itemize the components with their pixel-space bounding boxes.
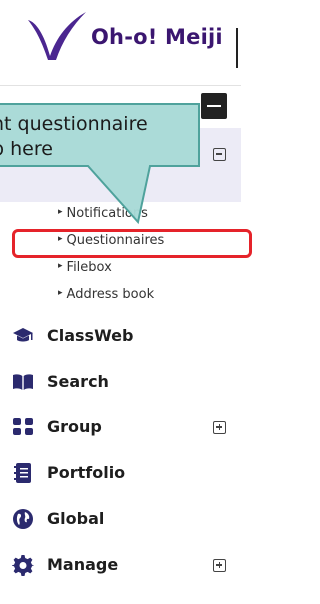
brand-name: Oh-o! Meiji xyxy=(91,25,223,49)
brand-logo-mark xyxy=(28,12,86,60)
callout-line: p here xyxy=(0,138,53,160)
menu-item-portfolio[interactable]: Portfolio xyxy=(0,453,241,493)
globe-icon xyxy=(13,509,33,529)
book-icon xyxy=(13,374,33,390)
questionnaires-highlight xyxy=(12,229,252,258)
brand-header[interactable]: Oh-o! Meiji xyxy=(0,0,241,72)
menu-item-label: Search xyxy=(47,372,109,391)
menu-item-label: Group xyxy=(47,417,102,436)
submenu-item-label: Notifications xyxy=(66,206,148,221)
expand-icon[interactable] xyxy=(213,559,226,572)
sidebar-collapse-button[interactable] xyxy=(201,93,227,119)
menu-item-global[interactable]: Global xyxy=(0,499,241,539)
portfolio-icon xyxy=(14,463,31,483)
menu-item-group[interactable]: Group xyxy=(0,407,241,447)
submenu-item-address-book[interactable]: ▸ Address book xyxy=(58,287,154,307)
menu-item-label: Manage xyxy=(47,555,119,574)
menu-item-classweb[interactable]: ClassWeb xyxy=(0,316,241,356)
menu-item-manage[interactable]: Manage xyxy=(0,545,241,585)
submenu-item-label: Filebox xyxy=(66,260,112,275)
menu-item-label: Global xyxy=(47,509,105,528)
gear-icon xyxy=(12,555,34,576)
submenu-item-filebox[interactable]: ▸ Filebox xyxy=(58,260,112,280)
sidebar-page: Oh-o! Meiji ▸ Notifications ▸ Questionnair… xyxy=(0,0,252,604)
submenu-item-notifications[interactable]: ▸ Notifications xyxy=(58,206,148,226)
menu-item-label: Portfolio xyxy=(47,463,126,482)
header-separator xyxy=(0,85,241,86)
submenu-item-label: Address book xyxy=(66,287,155,302)
callout-line: nt questionnaire xyxy=(0,113,148,135)
menu-item-label: ClassWeb xyxy=(47,326,134,345)
caret-icon: ▸ xyxy=(58,207,63,217)
menu-item-search[interactable]: Search xyxy=(0,362,241,402)
caret-icon: ▸ xyxy=(58,288,63,298)
header-divider xyxy=(236,28,238,68)
graduation-cap-icon xyxy=(13,328,33,342)
expand-icon[interactable] xyxy=(213,421,226,434)
group-icon xyxy=(13,418,33,435)
caret-icon: ▸ xyxy=(58,261,63,271)
collapse-section-icon[interactable] xyxy=(213,148,226,161)
